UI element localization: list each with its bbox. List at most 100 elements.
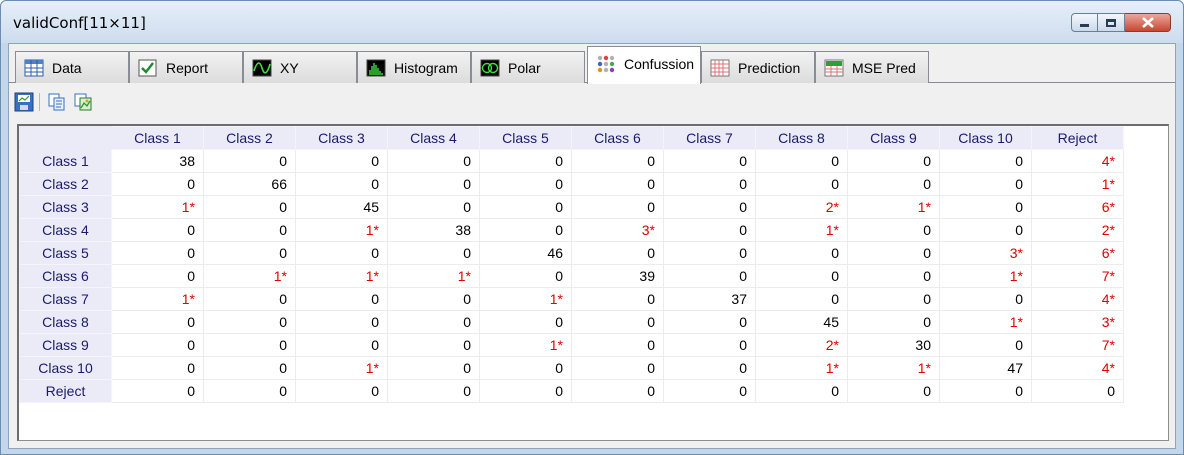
matrix-cell[interactable]: 4* [1031,287,1124,311]
matrix-cell[interactable]: 7* [1031,333,1124,357]
row-header[interactable]: Class 10 [19,356,112,380]
matrix-cell[interactable]: 0 [295,333,388,357]
matrix-cell[interactable]: 0 [111,218,204,242]
row-header[interactable]: Class 1 [19,149,112,173]
matrix-cell[interactable]: 0 [939,379,1032,403]
close-button[interactable] [1125,13,1171,32]
column-header[interactable]: Class 9 [847,126,940,150]
column-header[interactable]: Class 4 [387,126,480,150]
column-header[interactable]: Class 2 [203,126,296,150]
matrix-cell[interactable]: 1* [203,264,296,288]
matrix-cell[interactable]: 0 [203,287,296,311]
matrix-cell[interactable]: 0 [111,333,204,357]
matrix-cell[interactable]: 0 [847,310,940,334]
matrix-cell[interactable]: 1* [295,218,388,242]
matrix-cell[interactable]: 0 [847,241,940,265]
matrix-cell[interactable]: 0 [387,333,480,357]
matrix-cell[interactable]: 0 [203,333,296,357]
matrix-cell[interactable]: 39 [571,264,664,288]
matrix-cell[interactable]: 37 [663,287,756,311]
column-header[interactable]: Reject [1031,126,1124,150]
matrix-cell[interactable]: 45 [295,195,388,219]
tab-data[interactable]: Data [15,51,129,83]
matrix-cell[interactable]: 0 [571,241,664,265]
matrix-cell[interactable]: 46 [479,241,572,265]
matrix-cell[interactable]: 0 [939,149,1032,173]
matrix-cell[interactable]: 0 [571,195,664,219]
matrix-cell[interactable]: 3* [1031,310,1124,334]
matrix-cell[interactable]: 0 [571,379,664,403]
matrix-cell[interactable]: 7* [1031,264,1124,288]
matrix-cell[interactable]: 0 [755,149,848,173]
matrix-cell[interactable]: 2* [755,195,848,219]
row-header[interactable]: Class 3 [19,195,112,219]
matrix-cell[interactable]: 0 [387,241,480,265]
matrix-cell[interactable]: 0 [295,172,388,196]
matrix-cell[interactable]: 0 [387,172,480,196]
matrix-cell[interactable]: 0 [111,264,204,288]
matrix-cell[interactable]: 0 [295,310,388,334]
matrix-cell[interactable]: 0 [479,356,572,380]
matrix-cell[interactable]: 0 [847,218,940,242]
title-bar[interactable]: validConf[11×11] [1,1,1183,43]
matrix-cell[interactable]: 1* [939,264,1032,288]
matrix-cell[interactable]: 1* [111,287,204,311]
matrix-cell[interactable]: 0 [663,379,756,403]
column-header[interactable]: Class 6 [571,126,664,150]
matrix-cell[interactable]: 0 [203,379,296,403]
matrix-cell[interactable]: 0 [479,195,572,219]
matrix-cell[interactable]: 1* [387,264,480,288]
matrix-cell[interactable]: 0 [663,218,756,242]
matrix-cell[interactable]: 38 [111,149,204,173]
row-header[interactable]: Class 5 [19,241,112,265]
matrix-cell[interactable]: 0 [203,149,296,173]
row-header[interactable]: Class 9 [19,333,112,357]
matrix-cell[interactable]: 0 [295,379,388,403]
matrix-cell[interactable]: 0 [847,287,940,311]
matrix-cell[interactable]: 0 [571,172,664,196]
row-header[interactable]: Class 4 [19,218,112,242]
matrix-cell[interactable]: 0 [663,172,756,196]
matrix-cell[interactable]: 0 [939,195,1032,219]
matrix-cell[interactable]: 1* [479,287,572,311]
matrix-cell[interactable]: 0 [387,379,480,403]
matrix-cell[interactable]: 0 [663,356,756,380]
matrix-cell[interactable]: 0 [203,195,296,219]
column-header[interactable]: Class 3 [295,126,388,150]
row-header[interactable]: Class 8 [19,310,112,334]
matrix-cell[interactable]: 2* [755,333,848,357]
matrix-cell[interactable]: 0 [663,264,756,288]
matrix-cell[interactable]: 0 [571,333,664,357]
matrix-cell[interactable]: 0 [111,379,204,403]
matrix-cell[interactable]: 0 [847,264,940,288]
matrix-cell[interactable]: 0 [387,149,480,173]
matrix-cell[interactable]: 0 [663,149,756,173]
matrix-cell[interactable]: 1* [1031,172,1124,196]
matrix-cell[interactable]: 0 [939,172,1032,196]
matrix-cell[interactable]: 0 [571,356,664,380]
column-header[interactable]: Class 8 [755,126,848,150]
matrix-cell[interactable]: 0 [939,333,1032,357]
matrix-cell[interactable]: 0 [295,287,388,311]
matrix-cell[interactable]: 0 [755,241,848,265]
matrix-cell[interactable]: 0 [479,149,572,173]
row-header[interactable]: Class 6 [19,264,112,288]
matrix-cell[interactable]: 1* [295,356,388,380]
matrix-cell[interactable]: 0 [203,356,296,380]
matrix-cell[interactable]: 1* [847,195,940,219]
tab-report[interactable]: Report [129,51,243,83]
row-header[interactable]: Class 2 [19,172,112,196]
tab-polar[interactable]: Polar [471,51,585,83]
matrix-cell[interactable]: 6* [1031,195,1124,219]
matrix-cell[interactable]: 4* [1031,356,1124,380]
column-header[interactable]: Class 10 [939,126,1032,150]
matrix-cell[interactable]: 0 [387,356,480,380]
save-image-icon[interactable] [14,92,34,112]
matrix-cell[interactable]: 1* [295,264,388,288]
matrix-cell[interactable]: 0 [755,287,848,311]
row-header[interactable]: Reject [19,379,112,403]
matrix-cell[interactable]: 0 [111,241,204,265]
matrix-cell[interactable]: 0 [571,149,664,173]
column-header[interactable]: Class 1 [111,126,204,150]
copy-image-icon[interactable] [73,92,93,112]
